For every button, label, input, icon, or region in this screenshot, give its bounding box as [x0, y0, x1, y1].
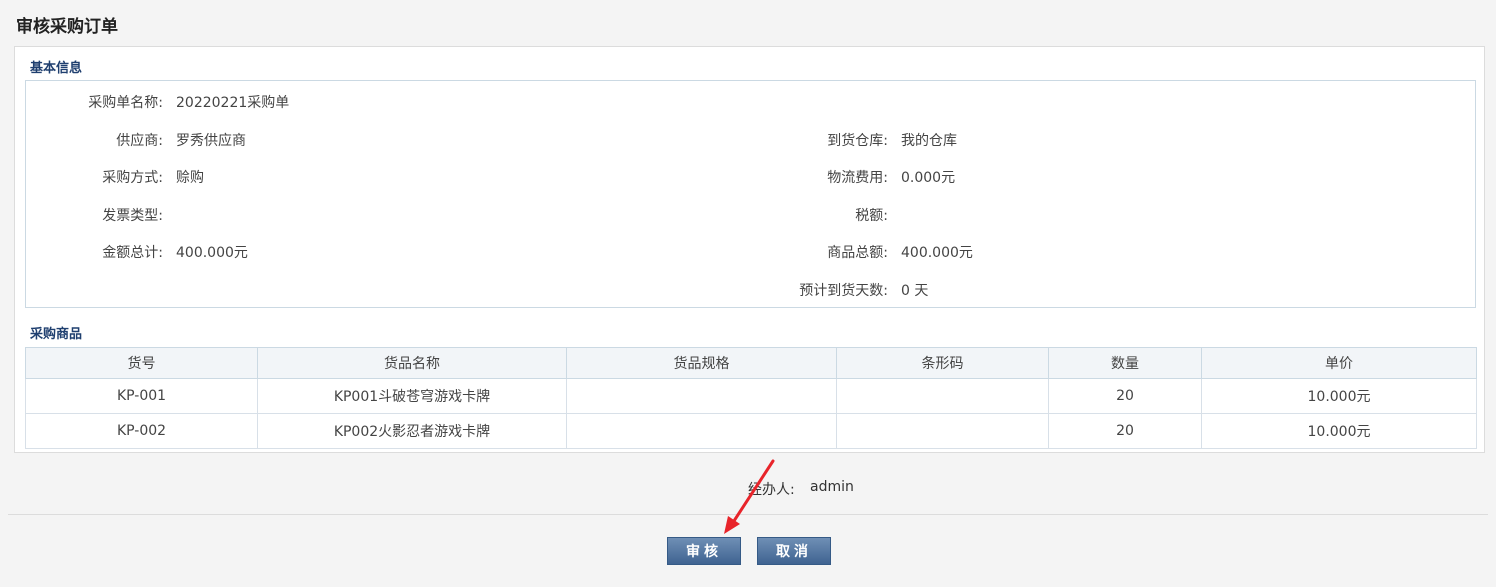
logistics-value: 0.000元 — [901, 170, 956, 186]
invoice-label: 发票类型: — [102, 208, 163, 224]
cell-code: KP-002 — [25, 413, 258, 449]
arrival-days-label: 预计到货天数: — [799, 283, 888, 299]
supplier-value: 罗秀供应商 — [176, 133, 246, 149]
goods-total-value: 400.000元 — [901, 245, 973, 261]
cell-barcode — [836, 378, 1049, 414]
cell-name: KP002火影忍者游戏卡牌 — [257, 413, 567, 449]
cell-spec — [566, 413, 837, 449]
handler-value: admin — [810, 479, 854, 495]
method-value: 赊购 — [176, 170, 204, 186]
logistics-label: 物流费用: — [827, 170, 888, 186]
order-name-value: 20220221采购单 — [176, 95, 290, 111]
arrival-days-value: 0 天 — [901, 283, 929, 299]
col-header-name: 货品名称 — [257, 347, 567, 379]
cell-code: KP-001 — [25, 378, 258, 414]
tax-label: 税额: — [855, 208, 888, 224]
table-header-row: 货号 货品名称 货品规格 条形码 数量 单价 — [25, 347, 1477, 379]
cell-quantity: 20 — [1048, 413, 1202, 449]
col-header-price: 单价 — [1201, 347, 1477, 379]
cell-price: 10.000元 — [1201, 413, 1477, 449]
supplier-label: 供应商: — [116, 133, 163, 149]
method-label: 采购方式: — [102, 170, 163, 186]
cell-quantity: 20 — [1048, 378, 1202, 414]
approve-button[interactable]: 审核 — [667, 537, 741, 565]
table-row: KP-002 KP002火影忍者游戏卡牌 20 10.000元 — [25, 413, 1477, 449]
goods-total-label: 商品总额: — [827, 245, 888, 261]
col-header-code: 货号 — [25, 347, 258, 379]
warehouse-label: 到货仓库: — [827, 133, 888, 149]
cell-spec — [566, 378, 837, 414]
table-row: KP-001 KP001斗破苍穹游戏卡牌 20 10.000元 — [25, 378, 1477, 414]
col-header-quantity: 数量 — [1048, 347, 1202, 379]
total-value: 400.000元 — [176, 245, 248, 261]
red-arrow-annotation — [724, 459, 775, 534]
goods-section-title: 采购商品 — [30, 327, 83, 342]
cancel-button[interactable]: 取消 — [757, 537, 831, 565]
cell-name: KP001斗破苍穹游戏卡牌 — [257, 378, 567, 414]
warehouse-value: 我的仓库 — [901, 133, 957, 149]
basic-info-title: 基本信息 — [30, 61, 83, 76]
order-panel: 基本信息 采购单名称: 20220221采购单 供应商: 罗秀供应商 采购方式:… — [14, 46, 1485, 453]
page-title: 审核采购订单 — [16, 17, 118, 37]
col-header-barcode: 条形码 — [836, 347, 1049, 379]
col-header-spec: 货品规格 — [566, 347, 837, 379]
cell-barcode — [836, 413, 1049, 449]
cell-price: 10.000元 — [1201, 378, 1477, 414]
basic-info-box: 采购单名称: 20220221采购单 供应商: 罗秀供应商 采购方式: 赊购 发… — [25, 80, 1476, 308]
total-label: 金额总计: — [102, 245, 163, 261]
goods-table: 货号 货品名称 货品规格 条形码 数量 单价 KP-001 KP001斗破苍穹游… — [25, 347, 1477, 449]
order-name-label: 采购单名称: — [88, 95, 163, 111]
